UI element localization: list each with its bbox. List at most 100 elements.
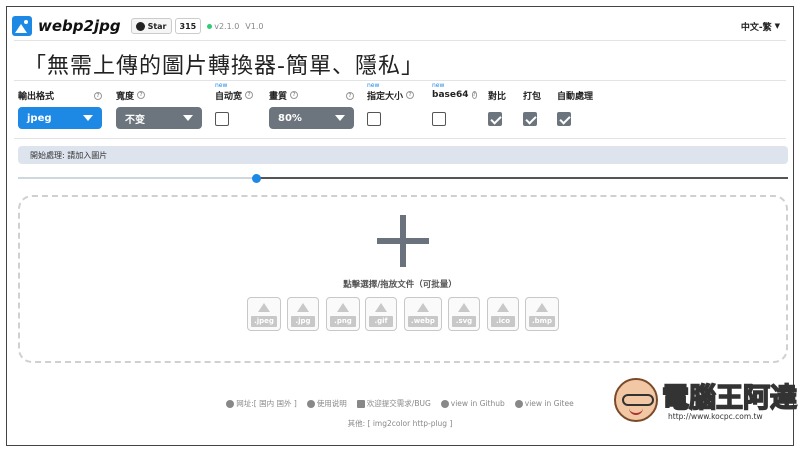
image-file-icon	[375, 303, 387, 312]
option-compare: 對比	[488, 88, 518, 126]
help-icon[interactable]: ?	[137, 91, 146, 99]
option-width: 寬度 ? 不变	[116, 88, 202, 129]
new-badge: new	[367, 82, 380, 89]
option-compare-label: 對比	[488, 91, 507, 102]
version-status-icon	[207, 23, 213, 29]
footer-feedback-link[interactable]: 欢迎提交需求/BUG	[356, 398, 431, 409]
page-headline: 「無需上傳的圖片轉換器-簡單、隱私」	[24, 54, 424, 79]
star-label: Star	[147, 21, 167, 31]
file-type-label: .webp	[408, 316, 438, 327]
watermark-title: 電腦王阿達	[661, 382, 798, 415]
help-icon[interactable]: ?	[471, 91, 477, 99]
pack-checkbox[interactable]	[523, 112, 537, 126]
header-divider	[14, 40, 786, 41]
file-type-label: .bmp	[529, 316, 555, 327]
star-count[interactable]: 315	[174, 18, 202, 34]
footer-help-link[interactable]: 使用说明	[306, 398, 347, 409]
file-type-chip: .webp	[404, 297, 442, 331]
file-type-label: .jpg	[291, 316, 315, 327]
progress-slider-track[interactable]	[18, 177, 788, 179]
option-quality-label: 畫質 ? ?	[269, 88, 354, 102]
footer-gitee-link[interactable]: view in Gitee	[514, 398, 574, 409]
image-file-icon	[458, 303, 470, 312]
option-width-label: 寬度 ?	[116, 88, 202, 102]
file-type-chip: .ico	[487, 297, 519, 331]
dropdown-arrow-icon	[335, 115, 345, 121]
base64-checkbox[interactable]	[432, 112, 446, 126]
image-file-icon	[337, 303, 349, 312]
file-type-label: .jpeg	[251, 316, 277, 327]
site-watermark: 電腦王阿達 http://www.kocpc.com.tw	[612, 374, 798, 430]
language-label: 中文-繁	[740, 22, 772, 33]
quality-select-value: 80%	[278, 112, 302, 124]
image-file-icon	[297, 303, 309, 312]
option-pack: 打包	[523, 88, 553, 126]
legacy-version-link[interactable]: V1.0	[245, 22, 263, 31]
width-select[interactable]: 不变	[116, 107, 202, 129]
file-type-label: .png	[330, 316, 356, 327]
file-type-chip: .bmp	[525, 297, 559, 331]
compare-checkbox[interactable]	[488, 112, 502, 126]
option-target-size: new 指定大小 ?	[367, 82, 417, 126]
new-badge: new	[432, 82, 445, 89]
github-icon	[135, 21, 145, 31]
option-auto-width: new 自动宽 ?	[215, 82, 255, 126]
github-icon	[440, 399, 449, 408]
add-file-icon-bar[interactable]	[377, 238, 429, 244]
auto-width-checkbox[interactable]	[215, 112, 229, 126]
target-size-checkbox[interactable]	[367, 112, 381, 126]
language-selector[interactable]: 中文-繁 ▼	[741, 20, 780, 33]
file-type-chip: .jpg	[287, 297, 319, 331]
option-auto-process-label: 自動處理	[557, 91, 594, 102]
help-icon[interactable]: ?	[346, 92, 354, 100]
image-file-icon	[497, 303, 509, 312]
help-icon[interactable]: ?	[245, 91, 254, 99]
option-base64: new base64 ?	[432, 82, 477, 126]
mascot-face-icon	[614, 378, 658, 422]
quality-select[interactable]: 80%	[269, 107, 354, 129]
auto-process-checkbox[interactable]	[557, 112, 571, 126]
option-format: 輸出格式 ? jpeg	[18, 88, 102, 129]
image-file-icon	[258, 303, 270, 312]
file-type-chip: .svg	[448, 297, 480, 331]
wifi-icon	[226, 399, 235, 408]
dropdown-arrow-icon	[183, 115, 193, 121]
new-badge: new	[215, 82, 228, 89]
format-select[interactable]: jpeg	[18, 107, 102, 129]
file-type-label: .ico	[491, 316, 515, 327]
footer-site-link[interactable]: 网址:[ 国内 国外 ]	[226, 398, 297, 409]
options-divider	[14, 138, 786, 139]
option-quality: 畫質 ? ? 80%	[269, 88, 354, 129]
option-base64-label: base64 ?	[432, 90, 477, 100]
top-bar: webp2jpg Star 315 v2.1.0 V1.0 中文-繁 ▼	[12, 14, 788, 38]
help-icon[interactable]: ?	[94, 92, 102, 100]
headline-divider	[14, 80, 786, 81]
gitee-icon	[514, 399, 523, 408]
footer-github-link[interactable]: view in Github	[440, 398, 505, 409]
watermark-url: http://www.kocpc.com.tw	[668, 412, 763, 421]
caret-down-icon: ▼	[774, 22, 780, 30]
file-type-chip: .jpeg	[247, 297, 281, 331]
question-icon	[306, 399, 315, 408]
option-auto-process: 自動處理	[557, 88, 607, 126]
option-auto-width-label: 自动宽 ?	[215, 88, 255, 102]
dropdown-arrow-icon	[83, 115, 93, 121]
format-select-value: jpeg	[27, 112, 52, 124]
status-bar: 開始處理: 請加入圖片	[18, 146, 788, 164]
option-format-label: 輸出格式 ?	[18, 88, 102, 102]
file-type-chip: .png	[326, 297, 360, 331]
status-text: 開始處理: 請加入圖片	[30, 150, 108, 160]
brand-name[interactable]: webp2jpg	[38, 17, 121, 35]
file-type-label: .svg	[452, 316, 476, 327]
file-type-chip: .gif	[365, 297, 397, 331]
file-type-label: .gif	[369, 316, 393, 327]
image-file-icon	[417, 303, 429, 312]
github-star-button[interactable]: Star	[130, 18, 172, 34]
help-icon[interactable]: ?	[290, 91, 299, 99]
help-icon[interactable]: ?	[406, 91, 415, 99]
option-target-size-label: 指定大小 ?	[367, 88, 417, 102]
option-pack-label: 打包	[523, 91, 542, 102]
message-icon	[356, 399, 365, 408]
width-select-value: 不变	[125, 114, 145, 126]
app-logo-icon[interactable]	[12, 16, 32, 36]
